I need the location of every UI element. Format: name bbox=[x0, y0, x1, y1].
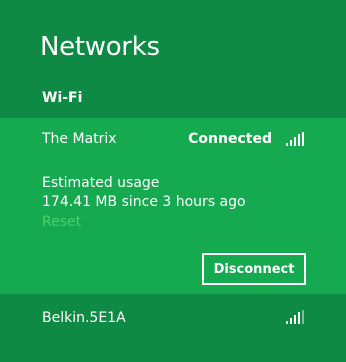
section-header-wifi: Wi-Fi bbox=[42, 90, 83, 106]
reset-link[interactable]: Reset bbox=[42, 214, 81, 230]
network-item-the-matrix[interactable]: The Matrix Connected Estimated usage 174… bbox=[0, 118, 346, 294]
wifi-signal-icon bbox=[286, 132, 304, 146]
wifi-signal-icon bbox=[286, 310, 304, 324]
connection-status: Connected bbox=[188, 131, 272, 147]
network-item-belkin[interactable]: Belkin.5E1A bbox=[0, 296, 346, 342]
network-name: The Matrix bbox=[42, 131, 117, 147]
disconnect-button[interactable]: Disconnect bbox=[202, 253, 306, 285]
usage-label: Estimated usage bbox=[42, 175, 160, 191]
networks-panel: Networks Wi-Fi The Matrix Connected Esti… bbox=[0, 0, 346, 362]
panel-title: Networks bbox=[40, 32, 160, 62]
network-name: Belkin.5E1A bbox=[42, 310, 126, 326]
usage-value: 174.41 MB since 3 hours ago bbox=[42, 194, 246, 210]
